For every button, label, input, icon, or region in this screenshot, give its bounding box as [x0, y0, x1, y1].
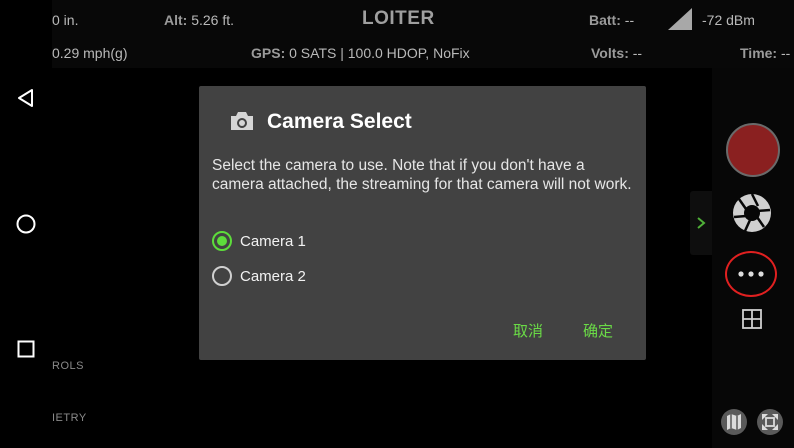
map-button[interactable]: [720, 408, 748, 436]
dialog-message: Select the camera to use. Note that if y…: [212, 157, 632, 193]
grid-button[interactable]: [741, 308, 763, 330]
battery-readout: Batt: --: [589, 12, 634, 28]
shutter-button[interactable]: [731, 192, 773, 234]
camera-select-dialog: Camera Select Select the camera to use. …: [199, 86, 646, 360]
controls-tab-partial[interactable]: ROLS: [52, 360, 84, 372]
gps-readout: GPS: 0 SATS | 100.0 HDOP, NoFix: [251, 45, 470, 61]
map-icon: [721, 409, 747, 435]
shutter-icon: [733, 193, 771, 232]
home-icon: [16, 214, 36, 234]
cancel-button[interactable]: 取消: [513, 320, 543, 341]
ok-button[interactable]: 确定: [583, 320, 613, 341]
time-label: Time:: [740, 45, 778, 61]
back-button[interactable]: [11, 83, 41, 113]
dialog-title: Camera Select: [267, 110, 412, 133]
system-nav-bar: [0, 0, 52, 448]
volts-readout: Volts: --: [591, 45, 642, 61]
time-value: --: [780, 45, 791, 61]
batt-value: --: [624, 12, 635, 28]
grid-icon: [742, 309, 762, 329]
ground-speed-partial: 0.29 mph(g): [52, 45, 128, 61]
time-readout: Time: --: [740, 45, 790, 61]
signal-strength: -72 dBm: [702, 12, 755, 28]
alt-value: 5.26 ft.: [191, 12, 235, 28]
radio-selected-icon[interactable]: [212, 231, 232, 251]
volts-label: Volts:: [591, 45, 629, 61]
flight-mode[interactable]: LOITER: [362, 8, 435, 30]
gps-label: GPS:: [251, 45, 286, 61]
altitude-partial: 0 in.: [52, 12, 79, 28]
batt-label: Batt:: [589, 12, 621, 28]
signal-icon: [668, 8, 692, 30]
alt-label: Alt:: [164, 12, 188, 28]
camera-icon: [231, 112, 253, 130]
chevron-right-icon: [697, 217, 706, 229]
more-icon: [738, 271, 764, 277]
drawer-toggle[interactable]: [690, 191, 712, 255]
home-button[interactable]: [11, 209, 41, 239]
back-icon: [18, 89, 33, 107]
telemetry-tab-partial[interactable]: IETRY: [52, 412, 87, 424]
altitude-readout: Alt: 5.26 ft.: [164, 12, 234, 28]
telemetry-bar: 0 in. Alt: 5.26 ft. LOITER Batt: -- -72 …: [52, 0, 794, 68]
camera-1-option[interactable]: Camera 1: [212, 229, 306, 253]
camera-controls-panel: [712, 68, 794, 448]
record-button[interactable]: [726, 123, 780, 177]
recents-icon: [17, 340, 35, 358]
volts-value: --: [632, 45, 643, 61]
more-options-button[interactable]: [725, 251, 777, 297]
option-label: Camera 2: [240, 267, 306, 285]
fullscreen-button[interactable]: [756, 408, 784, 436]
recents-button[interactable]: [11, 334, 41, 364]
option-label: Camera 1: [240, 232, 306, 250]
gps-value: 0 SATS | 100.0 HDOP, NoFix: [289, 45, 470, 61]
camera-2-option[interactable]: Camera 2: [212, 264, 306, 288]
fullscreen-icon: [757, 409, 783, 435]
radio-unselected-icon[interactable]: [212, 266, 232, 286]
